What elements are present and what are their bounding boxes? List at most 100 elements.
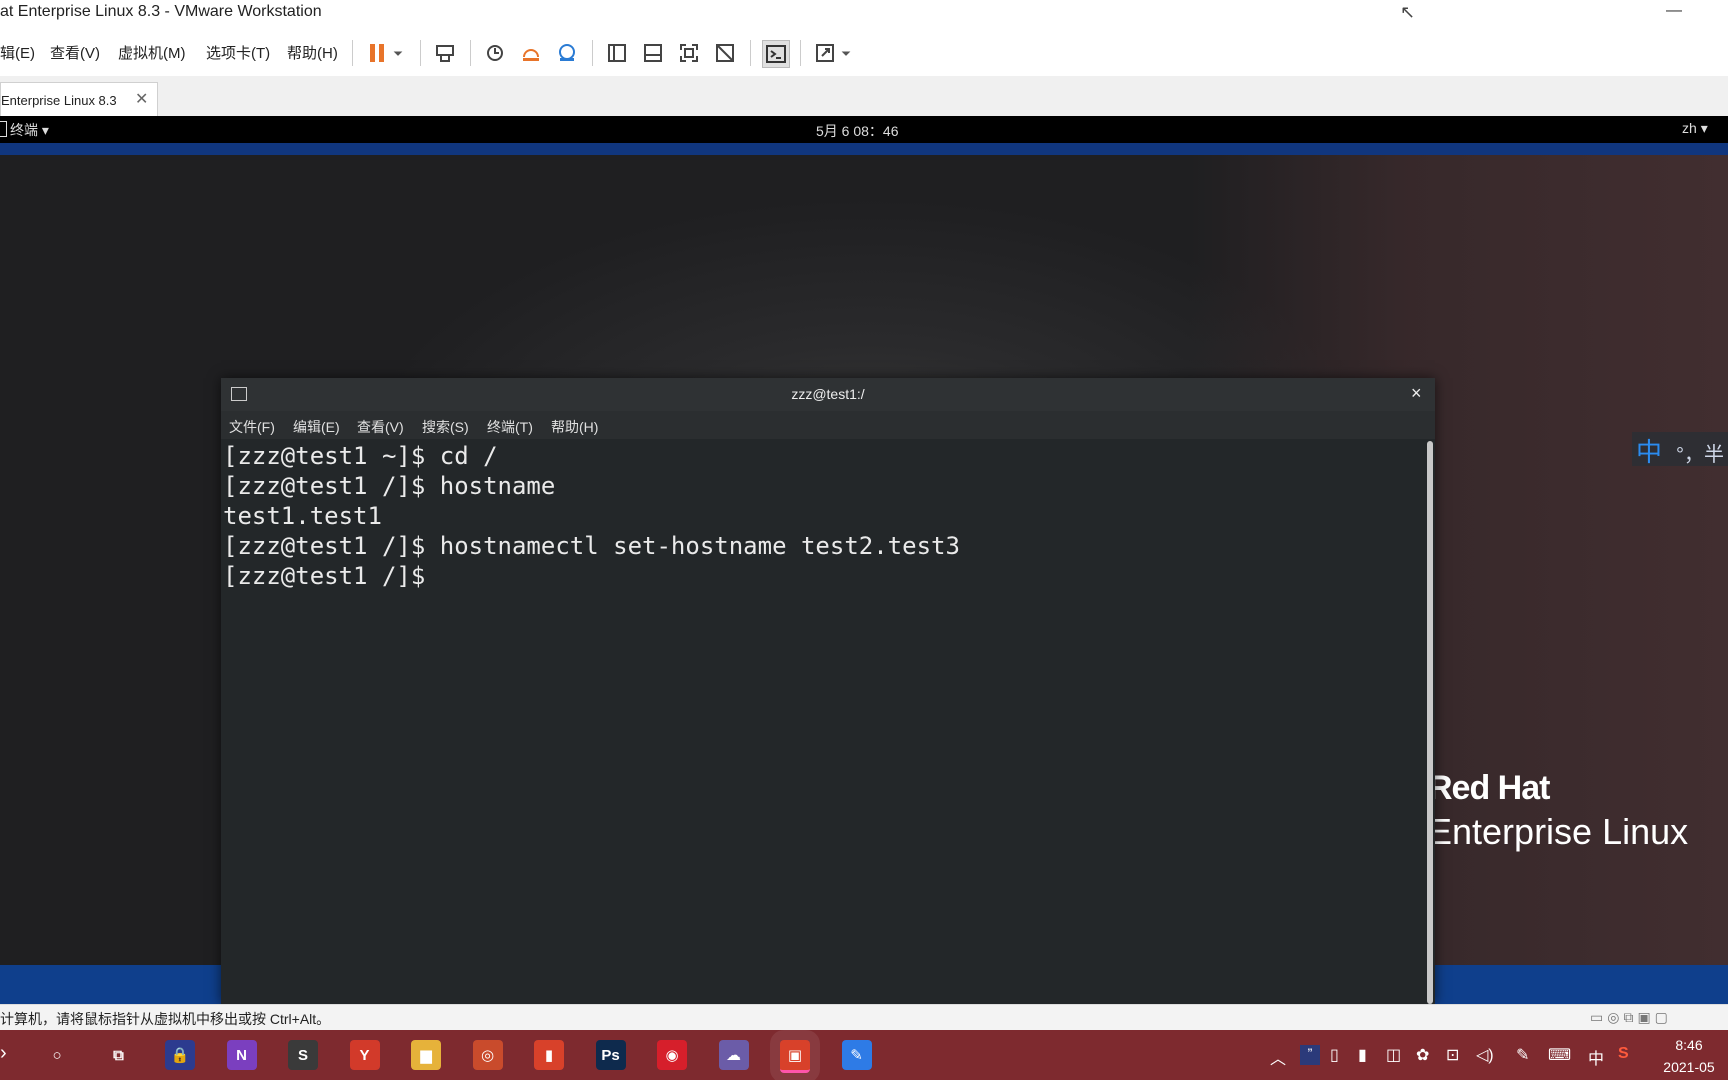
search-icon[interactable]: ○ — [42, 1040, 72, 1070]
toolbar-separator — [352, 40, 353, 66]
caret-down-icon: ▾ — [1700, 120, 1708, 136]
terminal-window[interactable]: zzz@test1:/ × 文件(F) 编辑(E) 查看(V) 搜索(S) 终端… — [221, 378, 1435, 1004]
toolbar-separator — [750, 40, 751, 66]
menu-view[interactable]: 查看(V) — [50, 42, 100, 63]
toolbar-separator — [420, 40, 421, 66]
menu-toolbar: 辑(E) 查看(V) 虚拟机(M) 选项卡(T) 帮助(H) — [0, 30, 1728, 77]
desktop-blue-strip — [0, 143, 1728, 155]
language-label: zh — [1682, 120, 1697, 136]
caret-down-icon: ▾ — [41, 122, 49, 138]
revert-icon[interactable] — [518, 40, 544, 66]
terminal-menu-edit[interactable]: 编辑(E) — [293, 417, 340, 437]
terminal-menu-file[interactable]: 文件(F) — [229, 417, 275, 437]
toolbar-separator — [800, 40, 801, 66]
window-titlebar: at Enterprise Linux 8.3 - VMware Worksta… — [0, 0, 1728, 30]
status-hint: 计算机，请将鼠标指针从虚拟机中移出或按 Ctrl+Alt。 — [0, 1011, 331, 1027]
gnome-top-bar: 终端 ▾ 5月 6 08：46 zh ▾ — [0, 116, 1728, 143]
activities-terminal[interactable]: 终端 ▾ — [10, 120, 49, 140]
sublime-icon[interactable]: S — [288, 1040, 318, 1070]
lock-app-icon[interactable]: 🔒 — [165, 1040, 195, 1070]
tray-expand-icon[interactable]: ︿ — [1270, 1045, 1286, 1069]
file-explorer-icon[interactable]: ▆ — [411, 1040, 441, 1070]
ime-punctuation: °，半 — [1676, 444, 1724, 466]
menu-edit[interactable]: 辑(E) — [0, 42, 35, 63]
terminal-close-button[interactable]: × — [1411, 383, 1422, 404]
netease-music-icon[interactable]: ◉ — [657, 1040, 687, 1070]
usb-icon[interactable]: ▯ — [1330, 1045, 1339, 1065]
tab-strip: Enterprise Linux 8.3 ✕ — [0, 76, 1728, 117]
tray-monitor-icon[interactable]: ◫ — [1386, 1045, 1401, 1065]
terminal-menu-help[interactable]: 帮助(H) — [551, 417, 598, 437]
taskbar-clock[interactable]: 8:46 2021-05 — [1650, 1034, 1728, 1078]
menu-help[interactable]: 帮助(H) — [287, 42, 338, 63]
vm-screen[interactable]: 终端 ▾ 5月 6 08：46 zh ▾ Red Hat Enterprise … — [0, 116, 1728, 1004]
stretch-icon[interactable] — [812, 40, 838, 66]
snail-icon[interactable]: ◎ — [472, 1040, 503, 1070]
minimize-button[interactable]: — — [1660, 0, 1688, 26]
office-icon[interactable]: ▮ — [534, 1040, 564, 1070]
fullscreen-icon[interactable] — [676, 40, 702, 66]
terminal-title: zzz@test1:/ — [791, 386, 865, 402]
console-icon[interactable] — [762, 40, 790, 68]
snapshot-icon[interactable] — [482, 40, 508, 66]
taskview-icon[interactable]: ⧉ — [104, 1040, 134, 1070]
terminal-line: [zzz@test1 ~]$ cd / — [223, 442, 498, 470]
language-indicator[interactable]: zh ▾ — [1682, 120, 1708, 137]
feishu-icon[interactable]: ✎ — [841, 1040, 872, 1070]
pen-icon[interactable]: ✎ — [1516, 1045, 1529, 1065]
menu-vm[interactable]: 虚拟机(M) — [118, 42, 186, 63]
activities-label: 终端 — [10, 122, 38, 138]
terminal-menu-search[interactable]: 搜索(S) — [422, 417, 469, 437]
windows-taskbar: › ○ ⧉ 🔒 N S Y ▆ ◎ ▮ Ps ◉ ☁ ▣ ✎ ︿ ” ▯ ▮ ◫ ✿ ⊡ ◁) ✎ ⌨ 中… — [0, 1030, 1728, 1080]
terminal-menu-terminal[interactable]: 终端(T) — [487, 417, 533, 437]
sidebar-icon[interactable] — [604, 40, 630, 66]
terminal-app-icon — [0, 121, 7, 137]
microphone-icon[interactable]: ▮ — [1358, 1045, 1367, 1065]
toolbar-separator — [470, 40, 471, 66]
terminal-menubar: 文件(F) 编辑(E) 查看(V) 搜索(S) 终端(T) 帮助(H) — [221, 411, 1435, 439]
keyboard-icon[interactable]: ⌨ — [1548, 1045, 1571, 1065]
sogou-icon[interactable]: S — [1618, 1045, 1629, 1063]
start-button[interactable]: › — [0, 1042, 7, 1065]
window-title: at Enterprise Linux 8.3 - VMware Worksta… — [0, 3, 322, 20]
terminal-output[interactable]: [zzz@test1 ~]$ cd / [zzz@test1 /]$ hostn… — [221, 439, 1435, 1004]
dropdown-icon[interactable] — [838, 40, 854, 66]
gnome-clock[interactable]: 5月 6 08：46 — [816, 121, 899, 141]
device-status-icons[interactable]: ▭◎⧉▣▢ — [1590, 1009, 1672, 1026]
clock-date: 2021-05 — [1663, 1059, 1715, 1075]
tab-rhel[interactable]: Enterprise Linux 8.3 ✕ — [0, 82, 158, 117]
vmware-statusbar: 计算机，请将鼠标指针从虚拟机中移出或按 Ctrl+Alt。 ▭◎⧉▣▢ — [0, 1004, 1728, 1031]
tray-cloud-icon[interactable]: ✿ — [1416, 1045, 1429, 1065]
volume-icon[interactable]: ◁) — [1476, 1045, 1494, 1065]
clock-time: 8:46 — [1675, 1037, 1703, 1053]
unity-icon[interactable] — [712, 40, 738, 66]
tab-label: Enterprise Linux 8.3 — [1, 93, 117, 108]
terminal-header: zzz@test1:/ × — [221, 378, 1435, 411]
network-icon[interactable]: ⊡ — [1446, 1045, 1459, 1065]
pause-icon[interactable] — [364, 40, 390, 66]
ime-status-bar[interactable]: 中 °，半 — [1632, 432, 1728, 467]
toolbar-separator — [592, 40, 593, 66]
photoshop-icon[interactable]: Ps — [595, 1040, 626, 1070]
terminal-line: [zzz@test1 /]$ hostnamectl set-hostname … — [223, 532, 960, 560]
terminal-line: test1.test1 — [223, 502, 382, 530]
ime-zh-mode: 中 — [1636, 437, 1663, 467]
close-icon[interactable]: ✕ — [135, 89, 148, 109]
vmware-icon[interactable]: ▣ — [770, 1030, 820, 1080]
dropdown-icon[interactable] — [390, 40, 406, 66]
terminal-prompt-line: [zzz@test1 /]$ — [223, 562, 440, 590]
terminal-scrollbar[interactable] — [1427, 441, 1433, 1004]
brand-enterprise-linux: Enterprise Linux — [1428, 811, 1689, 852]
onenote-icon[interactable]: N — [226, 1040, 257, 1070]
send-keys-icon[interactable] — [432, 40, 458, 66]
yandex-icon[interactable]: Y — [349, 1040, 380, 1070]
tray-app-icon[interactable]: ” — [1300, 1045, 1320, 1065]
brand-red-hat: Red Hat — [1428, 769, 1550, 807]
menu-tabs[interactable]: 选项卡(T) — [206, 42, 270, 63]
cloud-icon[interactable]: ☁ — [718, 1040, 749, 1070]
thumbnail-icon[interactable] — [640, 40, 666, 66]
input-method-label[interactable]: 中 — [1588, 1045, 1604, 1069]
terminal-menu-view[interactable]: 查看(V) — [357, 417, 404, 437]
mouse-cursor-icon: ↖ — [1400, 2, 1416, 22]
snapshot-manager-icon[interactable] — [554, 40, 580, 66]
